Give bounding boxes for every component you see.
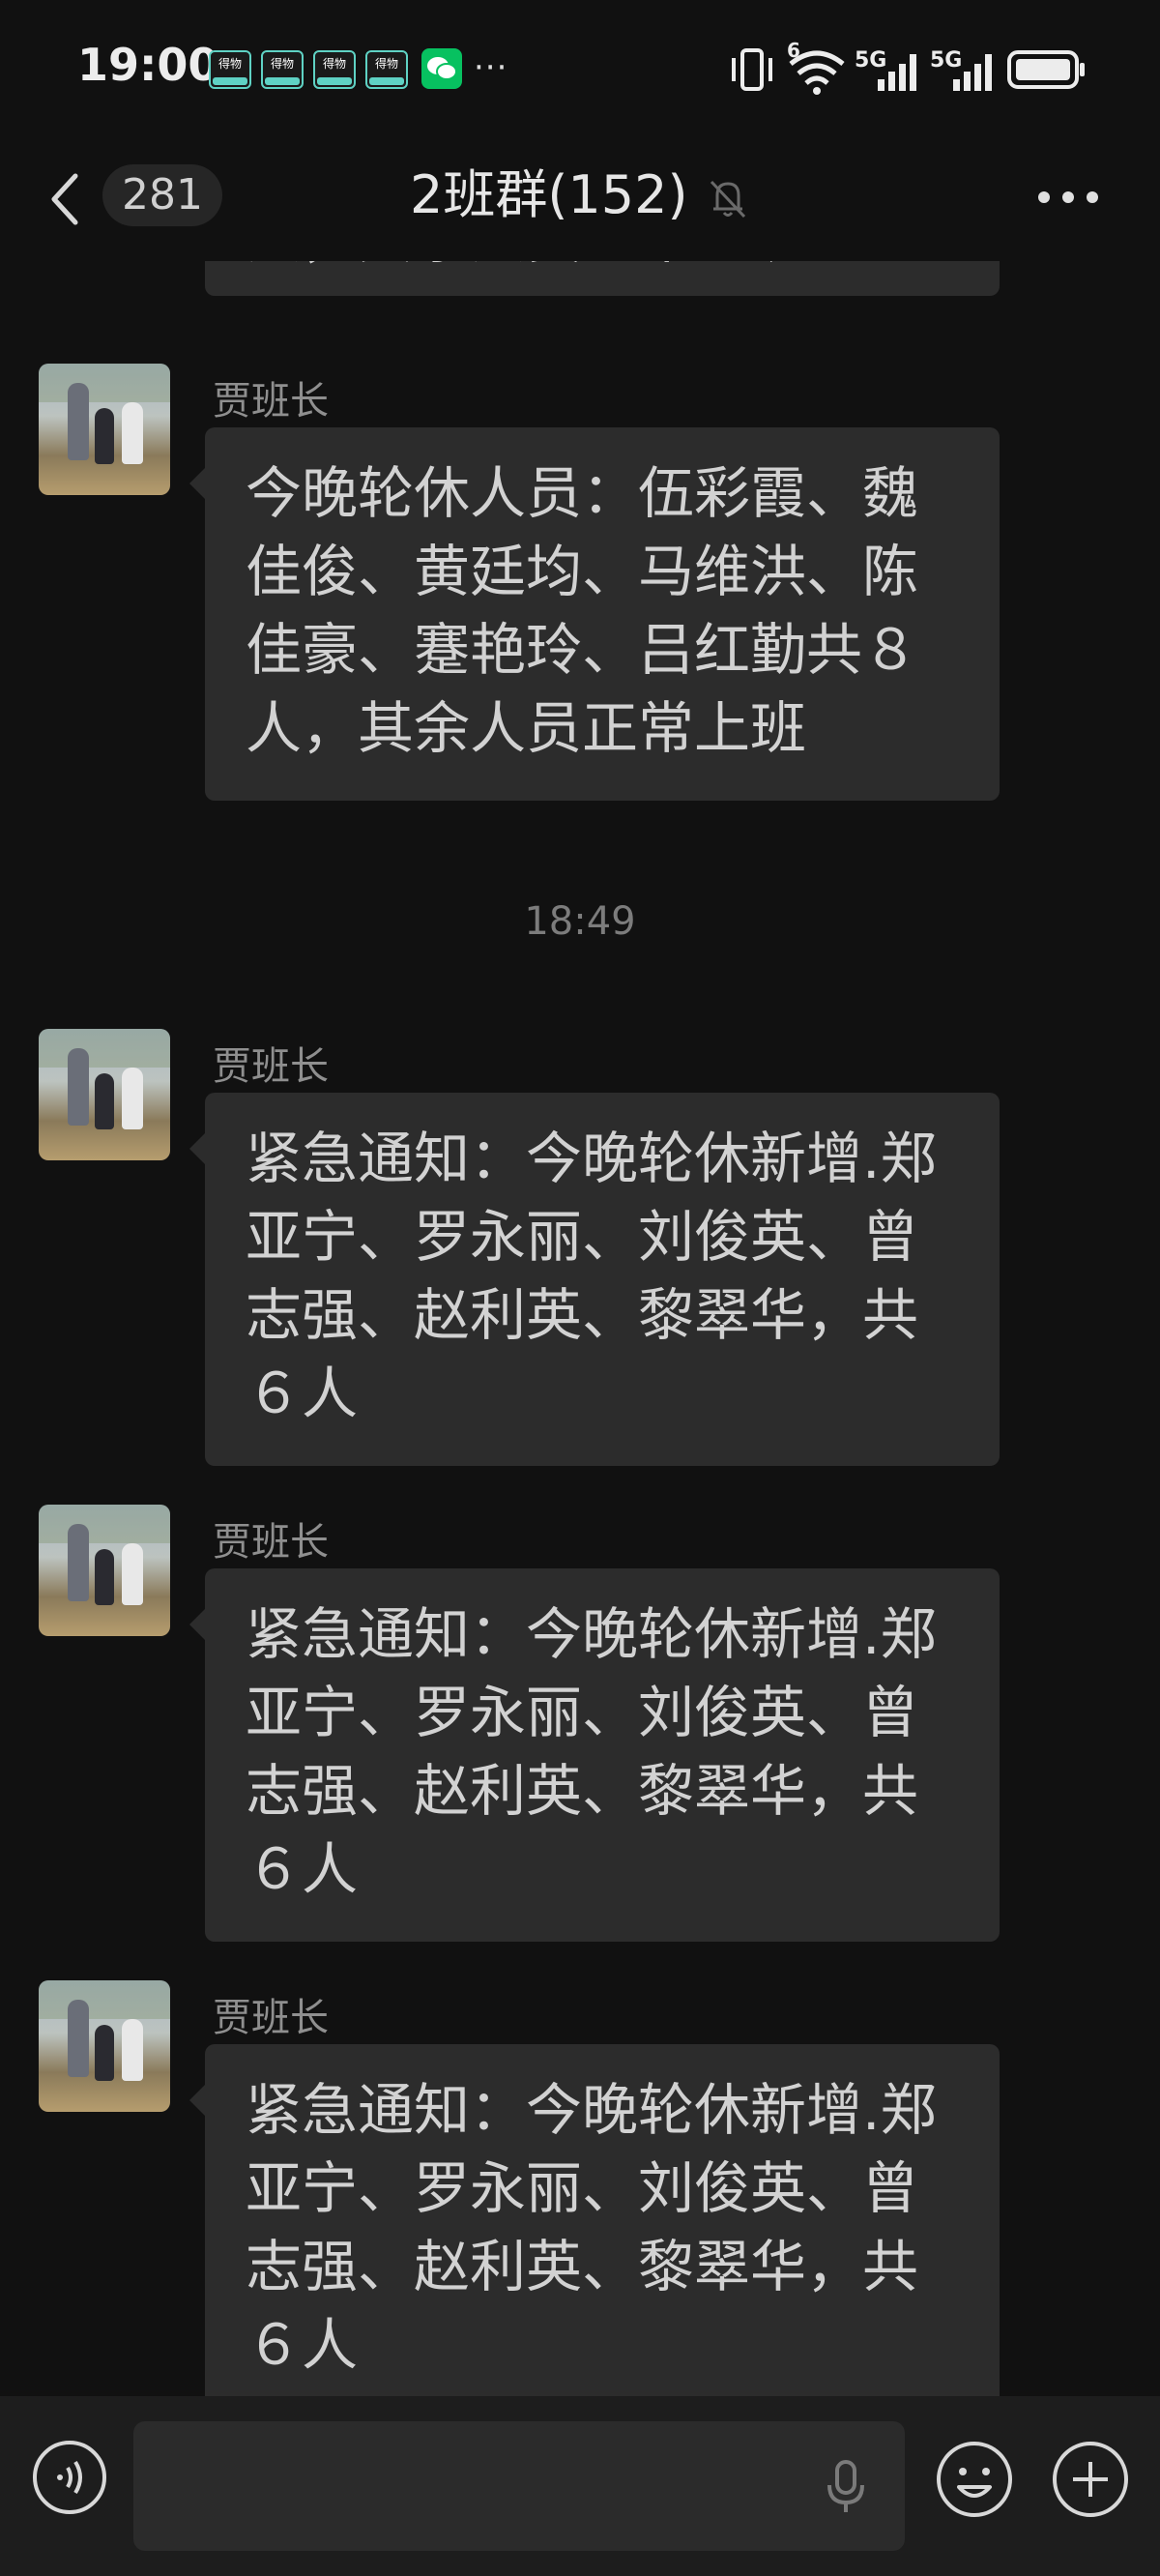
app-notification-icon: 得物 xyxy=(209,50,251,89)
message-list[interactable]: 人，其余人员正常上班 贾班长 今晚轮休人员：伍彩霞、魏佳俊、黄廷均、马维洪、陈佳… xyxy=(0,261,1160,2396)
sender-name: 贾班长 xyxy=(213,1996,329,2040)
input-bar xyxy=(0,2396,1160,2576)
message-bubble[interactable]: 今晚轮休人员：伍彩霞、魏佳俊、黄廷均、马维洪、陈佳豪、蹇艳玲、吕红勤共８人，其余… xyxy=(189,427,1000,801)
more-actions-button[interactable] xyxy=(1050,2439,1131,2520)
app-notification-icon: 得物 xyxy=(261,50,304,89)
signal-icon xyxy=(876,50,924,95)
battery-icon xyxy=(1007,50,1087,93)
message-bubble[interactable]: 紧急通知：今晚轮休新增.郑亚宁、罗永丽、刘俊英、曾志强、赵利英、黎翠华，共６人 xyxy=(189,1568,1000,1942)
vibrate-icon xyxy=(727,46,777,97)
chat-header: 281 2班群(152) xyxy=(0,135,1160,261)
sender-name: 贾班长 xyxy=(213,1520,329,1565)
avatar[interactable] xyxy=(39,1980,170,2112)
message-bubble[interactable]: 人，其余人员正常上班 xyxy=(205,261,1000,296)
unread-count-badge[interactable]: 281 xyxy=(102,164,222,226)
bell-off-icon xyxy=(704,174,752,222)
wifi-badge: 6 xyxy=(787,39,800,62)
avatar[interactable] xyxy=(39,364,170,495)
message-text: 人，其余人员正常上班 xyxy=(246,261,967,278)
voice-wave-icon xyxy=(33,2441,106,2514)
app-notification-icon: 得物 xyxy=(313,50,356,89)
avatar[interactable] xyxy=(39,1505,170,1636)
sender-name: 贾班长 xyxy=(213,1044,329,1089)
voice-mode-button[interactable] xyxy=(31,2439,108,2516)
message-input[interactable] xyxy=(133,2421,905,2551)
avatar[interactable] xyxy=(39,1029,170,1160)
message-text: 紧急通知：今晚轮休新增.郑亚宁、罗永丽、刘俊英、曾志强、赵利英、黎翠华，共６人 xyxy=(246,2077,937,2378)
message-text: 紧急通知：今晚轮休新增.郑亚宁、罗永丽、刘俊英、曾志强、赵利英、黎翠华，共６人 xyxy=(246,1601,937,1902)
message-text: 今晚轮休人员：伍彩霞、魏佳俊、黄廷均、马维洪、陈佳豪、蹇艳玲、吕红勤共８人，其余… xyxy=(246,460,919,761)
more-notifications-icon: ··· xyxy=(474,48,508,87)
chevron-left-icon xyxy=(51,173,78,225)
emoji-button[interactable] xyxy=(934,2439,1015,2520)
more-horizontal-icon xyxy=(1038,191,1098,203)
app-notification-icon: 得物 xyxy=(365,50,408,89)
back-button[interactable] xyxy=(39,170,97,228)
sender-name: 贾班长 xyxy=(213,379,329,424)
plus-circle-icon xyxy=(1053,2442,1128,2517)
wechat-notification-icon xyxy=(421,48,462,89)
chat-title: 2班群(152) xyxy=(410,164,688,225)
smile-icon xyxy=(937,2442,1012,2517)
message-bubble[interactable]: 紧急通知：今晚轮休新增.郑亚宁、罗永丽、刘俊英、曾志强、赵利英、黎翠华，共６人 xyxy=(189,2044,1000,2396)
microphone-icon[interactable] xyxy=(822,2458,870,2516)
status-bar: 19:00 得物 得物 得物 得物 ··· 6 5G 5G xyxy=(0,0,1160,135)
message-text: 紧急通知：今晚轮休新增.郑亚宁、罗永丽、刘俊英、曾志强、赵利英、黎翠华，共６人 xyxy=(246,1126,937,1426)
message-bubble[interactable]: 紧急通知：今晚轮休新增.郑亚宁、罗永丽、刘俊英、曾志强、赵利英、黎翠华，共６人 xyxy=(189,1093,1000,1466)
chat-menu-button[interactable] xyxy=(1034,178,1102,217)
message-timestamp: 18:49 xyxy=(524,899,636,944)
signal-icon xyxy=(951,50,1000,95)
status-time: 19:00 xyxy=(77,39,219,91)
